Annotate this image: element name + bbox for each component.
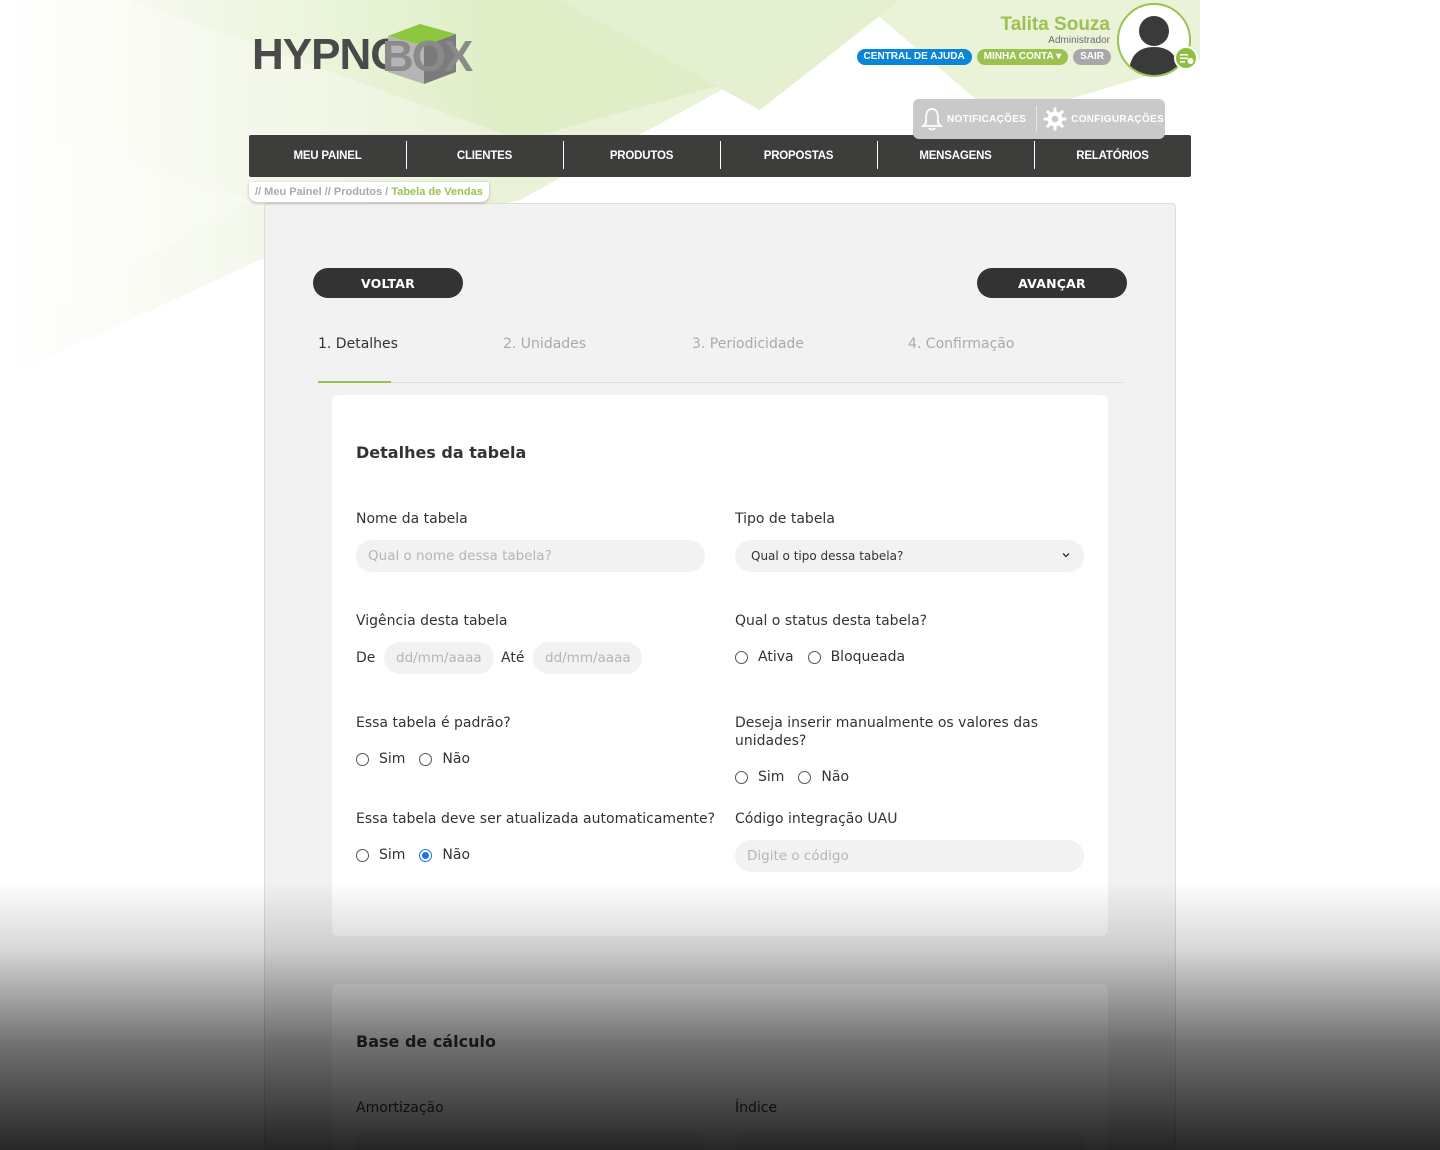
step-periodicity[interactable]: 3. Periodicidade	[692, 336, 804, 352]
validity-to-label: Até	[501, 650, 525, 666]
breadcrumb: // Meu Painel // Produtos / Tabela de Ve…	[249, 182, 489, 202]
logout-link[interactable]: SAIR	[1073, 49, 1111, 65]
help-center-link[interactable]: CENTRAL DE AJUDA	[856, 49, 972, 65]
validity-from-label: De	[356, 650, 376, 666]
gear-icon	[1043, 107, 1067, 131]
auto-update-no-label: Não	[442, 847, 471, 863]
status-label: Qual o status desta tabela?	[735, 613, 928, 629]
notifications-button[interactable]: NOTIFICAÇÕES	[921, 107, 1026, 131]
auto-update-radio-group: Sim Não	[356, 847, 484, 863]
status-active-radio[interactable]	[735, 650, 748, 664]
amortization-label: Amortização	[356, 1100, 444, 1116]
details-card: Detalhes da tabela Nome da tabela Qual o…	[332, 395, 1108, 936]
uau-code-input[interactable]: Digite o código	[735, 840, 1084, 872]
wizard-panel: VOLTAR AVANÇAR 1. Detalhes 2. Unidades 3…	[264, 203, 1176, 1150]
index-label: Índice	[735, 1100, 778, 1116]
auto-update-yes-label: Sim	[379, 847, 406, 863]
calc-base-title: Base de cálculo	[356, 1032, 496, 1051]
validity-label: Vigência desta tabela	[356, 613, 508, 629]
manual-yes-radio[interactable]	[735, 770, 748, 784]
chevron-down-icon	[1062, 553, 1070, 558]
back-button[interactable]: VOLTAR	[313, 268, 463, 298]
logo-box-icon: BOX	[378, 22, 473, 86]
toolbar-divider	[1036, 106, 1038, 132]
step-units[interactable]: 2. Unidades	[503, 336, 586, 352]
step-confirmation[interactable]: 4. Confirmação	[908, 336, 1014, 352]
nav-item-propostas[interactable]: PROPOSTAS	[720, 135, 877, 177]
auto-update-no-radio[interactable]	[419, 848, 433, 862]
my-account-link[interactable]: MINHA CONTA ▾	[976, 49, 1069, 65]
next-button[interactable]: AVANÇAR	[977, 268, 1127, 298]
nav-item-meu-painel[interactable]: MEU PAINEL	[249, 135, 406, 177]
user-name: Talita Souza	[1000, 14, 1110, 35]
breadcrumb-path[interactable]: // Meu Painel // Produtos /	[255, 186, 388, 198]
step-details[interactable]: 1. Detalhes	[318, 336, 398, 352]
manual-no-label: Não	[821, 769, 850, 785]
table-name-input[interactable]: Qual o nome dessa tabela?	[356, 540, 705, 572]
settings-button[interactable]: CONFIGURAÇÕES	[1043, 107, 1164, 131]
status-blocked-radio[interactable]	[807, 650, 821, 664]
nav-item-produtos[interactable]: PRODUTOS	[563, 135, 720, 177]
edit-profile-icon[interactable]	[1174, 46, 1198, 70]
details-title: Detalhes da tabela	[356, 443, 527, 462]
table-name-label: Nome da tabela	[356, 511, 468, 527]
amortization-select[interactable]	[356, 1129, 705, 1150]
manual-values-label: Deseja inserir manualmente os valores da…	[735, 715, 1039, 749]
user-role: Administrador	[1048, 35, 1110, 46]
table-type-select[interactable]: Qual o tipo dessa tabela?	[735, 540, 1084, 572]
table-type-label: Tipo de tabela	[735, 511, 835, 527]
notifications-settings-bar: NOTIFICAÇÕES CONFIGURAÇÕES	[913, 99, 1165, 139]
index-select[interactable]	[735, 1129, 1084, 1150]
notifications-label: NOTIFICAÇÕES	[947, 113, 1027, 125]
hypnobox-logo[interactable]: HYPNO BOX	[252, 18, 473, 88]
validity-to-input[interactable]: dd/mm/aaaa	[533, 642, 642, 674]
default-label: Essa tabela é padrão?	[356, 715, 511, 731]
settings-label: CONFIGURAÇÕES	[1071, 113, 1164, 125]
status-active-label: Ativa	[758, 649, 794, 665]
auto-update-yes-radio[interactable]	[356, 848, 369, 862]
nav-item-clientes[interactable]: CLIENTES	[406, 135, 563, 177]
breadcrumb-current: Tabela de Vendas	[391, 186, 483, 198]
uau-code-label: Código integração UAU	[735, 811, 898, 827]
main-nav: MEU PAINEL CLIENTES PRODUTOS PROPOSTAS M…	[249, 135, 1191, 177]
default-radio-group: Sim Não	[356, 751, 484, 767]
manual-yes-label: Sim	[758, 769, 785, 785]
user-links: CENTRAL DE AJUDA MINHA CONTA ▾ SAIR	[856, 49, 1111, 65]
nav-item-relatorios[interactable]: RELATÓRIOS	[1034, 135, 1191, 177]
bell-icon	[921, 108, 943, 131]
default-yes-radio[interactable]	[356, 752, 369, 766]
status-radio-group: Ativa Bloqueada	[735, 649, 919, 665]
default-yes-label: Sim	[379, 751, 406, 767]
wizard-steps: 1. Detalhes 2. Unidades 3. Periodicidade…	[318, 324, 1123, 383]
logo-box-text: BOX	[382, 32, 473, 81]
status-blocked-label: Bloqueada	[830, 649, 906, 665]
manual-values-radio-group: Sim Não	[735, 769, 863, 785]
default-no-label: Não	[442, 751, 471, 767]
active-step-indicator	[318, 381, 391, 383]
calc-base-card: Base de cálculo Amortização Índice	[332, 984, 1108, 1150]
nav-item-mensagens[interactable]: MENSAGENS	[877, 135, 1034, 177]
auto-update-label: Essa tabela deve ser atualizada automati…	[356, 811, 716, 827]
manual-no-radio[interactable]	[798, 770, 812, 784]
validity-from-input[interactable]: dd/mm/aaaa	[384, 642, 494, 674]
default-no-radio[interactable]	[419, 752, 433, 766]
table-type-selected: Qual o tipo dessa tabela?	[751, 549, 904, 563]
